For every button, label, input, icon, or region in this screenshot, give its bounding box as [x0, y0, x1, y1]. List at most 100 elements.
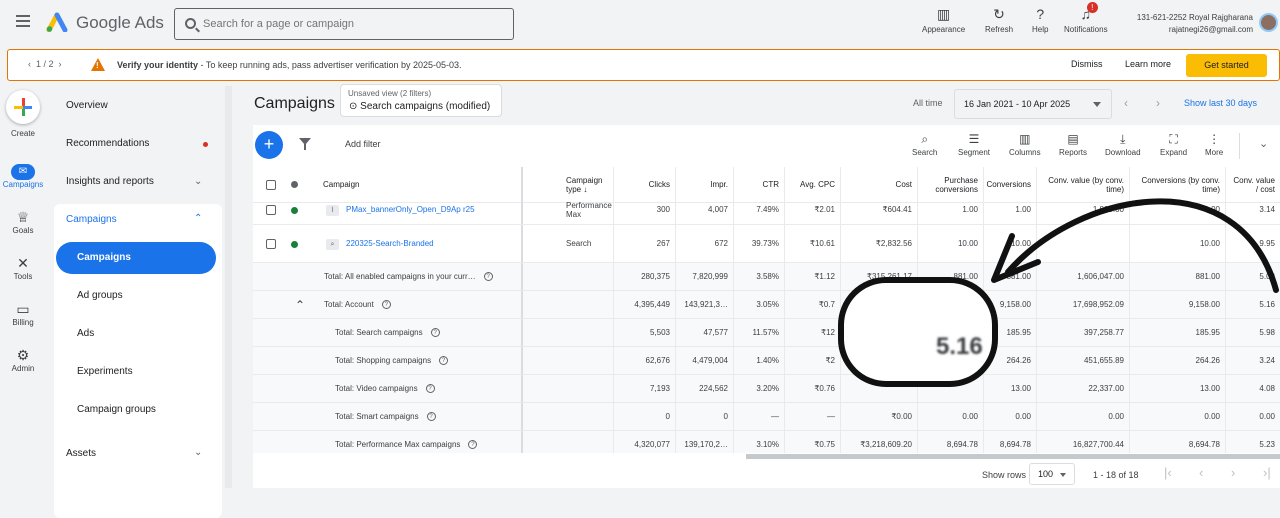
account-info[interactable]: 131-621-2252 Royal Rajgharana rajatnegi2… — [1130, 12, 1253, 36]
rail-campaigns[interactable]: ✉ Campaigns — [0, 164, 46, 189]
rail-billing[interactable]: ▭ Billing — [0, 300, 46, 327]
columns-icon: ▥ — [1019, 132, 1031, 146]
learn-more-button[interactable]: Learn more — [1125, 59, 1171, 69]
toolbar-segment-label: Segment — [958, 148, 991, 157]
next-icon[interactable]: › — [59, 59, 62, 69]
filter-icon[interactable] — [299, 138, 311, 150]
total-label-text: Total: Account — [324, 300, 374, 309]
chevron-down-icon[interactable]: ⌄ — [194, 447, 202, 458]
last-page-icon[interactable]: ›| — [1263, 465, 1271, 480]
column-divider — [840, 263, 841, 290]
help-icon[interactable]: ? — [468, 440, 478, 449]
table-cell: ₹2 — [825, 356, 835, 365]
main-content: Campaigns Unsaved view (2 filters) ⊙ Sea… — [232, 84, 1280, 488]
total-row: Total: All enabled campaigns in your cur… — [253, 263, 1280, 291]
show-last-30-days-link[interactable]: Show last 30 days — [1184, 98, 1257, 108]
toolbar-columns[interactable]: ▥ Columns — [1009, 131, 1041, 157]
column-divider — [613, 195, 614, 224]
table-cell: 10.00 — [1010, 239, 1031, 248]
rail-goals-label: Goals — [12, 226, 34, 235]
create-button[interactable] — [6, 90, 40, 124]
nav-recommendations[interactable]: Recommendations — [66, 138, 149, 149]
campaign-row[interactable]: ⌇ PMax_bannerOnly_Open_D9Ap r25 Performanc… — [253, 195, 1280, 225]
help-icon[interactable]: ? — [483, 272, 493, 281]
campaign-row[interactable]: ⌕ 220325-Search-Branded Search 267 672 39.73%… — [253, 225, 1280, 263]
help-icon[interactable]: ? — [430, 328, 440, 337]
menu-icon[interactable] — [16, 15, 30, 27]
horizontal-scrollbar[interactable] — [746, 454, 1280, 459]
banner-pager[interactable]: ‹ 1 / 2 › — [28, 59, 62, 69]
nav-experiments[interactable]: Experiments — [77, 366, 133, 377]
prev-period-icon[interactable]: ‹ — [1124, 96, 1128, 110]
table-cell: 267 — [656, 239, 670, 248]
chevron-down-icon[interactable]: ⌄ — [1259, 137, 1268, 150]
chevron-up-icon[interactable]: ⌃ — [194, 213, 202, 224]
nav-overview[interactable]: Overview — [66, 100, 108, 111]
next-period-icon[interactable]: › — [1156, 96, 1160, 110]
campaign-name-link[interactable]: 220325-Search-Branded — [253, 225, 513, 262]
toolbar-search[interactable]: ⌕ Search — [912, 131, 937, 157]
column-divider — [1129, 291, 1130, 318]
refresh-button[interactable]: ↻ Refresh — [985, 6, 1013, 34]
nav-campaign-groups[interactable]: Campaign groups — [77, 404, 156, 415]
column-divider — [840, 195, 841, 224]
column-divider — [733, 225, 734, 262]
table-cell: 16,827,700.44 — [1072, 440, 1124, 449]
rows-per-page-select[interactable]: 100 — [1029, 463, 1075, 485]
column-divider — [1225, 319, 1226, 346]
nav-campaigns[interactable]: Campaigns — [77, 252, 131, 263]
prev-icon[interactable]: ‹ — [28, 59, 31, 69]
nav-insights[interactable]: Insights and reports — [66, 176, 154, 187]
chevron-down-icon[interactable]: ⌄ — [194, 176, 202, 187]
column-divider — [1129, 347, 1130, 374]
column-divider — [675, 319, 676, 346]
add-campaign-button[interactable]: + — [255, 131, 283, 159]
appearance-button[interactable]: ▥ Appearance — [922, 6, 965, 34]
table-cell: 13.00 — [1199, 384, 1220, 393]
rail-tools[interactable]: ✕ Tools — [0, 254, 46, 281]
help-icon[interactable]: ? — [439, 356, 449, 365]
recommendations-alert-dot — [203, 142, 208, 147]
help-icon[interactable]: ? — [381, 300, 391, 309]
view-name: ⊙ Search campaigns (modified) — [349, 101, 490, 112]
dismiss-button[interactable]: Dismiss — [1071, 59, 1103, 69]
next-page-icon[interactable]: › — [1231, 465, 1235, 480]
avatar[interactable] — [1259, 13, 1278, 32]
notifications-button[interactable]: ♫! Notifications — [1064, 2, 1108, 34]
column-divider — [840, 225, 841, 262]
get-started-button[interactable]: Get started — [1186, 54, 1267, 77]
nav-ads[interactable]: Ads — [77, 328, 94, 339]
nav-scrollbar[interactable] — [225, 86, 232, 488]
campaign-name-link[interactable]: PMax_bannerOnly_Open_D9Ap r25 — [253, 195, 513, 224]
table-cell — [917, 291, 983, 318]
prev-page-icon[interactable]: ‹ — [1199, 465, 1203, 480]
campaign-type: Search — [566, 239, 592, 248]
nav-assets[interactable]: Assets — [66, 448, 96, 459]
rail-tools-label: Tools — [13, 272, 33, 281]
refresh-icon: ↻ — [993, 6, 1005, 22]
view-selector[interactable]: Unsaved view (2 filters) ⊙ Search campai… — [340, 84, 502, 117]
date-range-picker[interactable]: 16 Jan 2021 - 10 Apr 2025 — [954, 89, 1112, 119]
help-icon[interactable]: ? — [425, 384, 435, 393]
column-divider — [917, 375, 918, 402]
nav-campaigns-section[interactable]: Campaigns — [66, 214, 117, 225]
toolbar-reports[interactable]: ▤ Reports — [1059, 131, 1087, 157]
page-title: Campaigns — [254, 95, 335, 112]
rail-admin[interactable]: ⚙ Admin — [0, 346, 46, 373]
search-icon: ⊙ — [349, 101, 361, 112]
rail-goals[interactable]: ♕ Goals — [0, 208, 46, 235]
first-page-icon[interactable]: |‹ — [1164, 465, 1172, 480]
nav-ad-groups[interactable]: Ad groups — [77, 290, 123, 301]
search-input[interactable] — [203, 15, 503, 33]
toolbar-more[interactable]: ⋮ More — [1205, 131, 1223, 157]
search-box[interactable] — [174, 8, 514, 40]
column-divider — [1129, 403, 1130, 430]
toolbar-download[interactable]: ⤓ Download — [1105, 131, 1141, 157]
add-filter-button[interactable]: Add filter — [345, 139, 381, 149]
toolbar-expand[interactable]: ⛶ Expand — [1160, 131, 1187, 157]
help-icon[interactable]: ? — [426, 412, 436, 421]
segment-icon: ☰ — [968, 132, 980, 146]
verification-banner: ‹ 1 / 2 › Verify your identity - To keep… — [7, 49, 1280, 81]
help-button[interactable]: ? Help — [1032, 6, 1048, 34]
toolbar-segment[interactable]: ☰ Segment — [958, 131, 990, 157]
